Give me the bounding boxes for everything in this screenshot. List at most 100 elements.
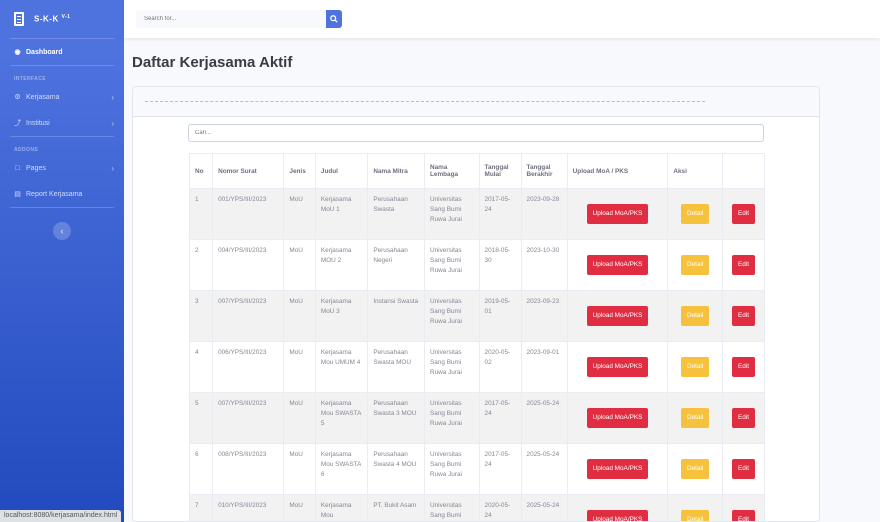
column-header[interactable]: Nama Mitra: [367, 153, 425, 189]
column-header[interactable]: Upload MoA / PKS: [566, 153, 669, 189]
filter-input[interactable]: [188, 124, 764, 142]
cell-edit: Edit: [721, 341, 766, 393]
column-header[interactable]: Nomor Surat: [212, 153, 285, 189]
cell-edit: Edit: [721, 494, 766, 521]
card-header: [133, 87, 819, 117]
cell-nomor: 008/YPS/III/2023: [212, 443, 285, 495]
cell-mitra: Perusahaan Swasta 4 MOU: [367, 443, 425, 495]
tachometer-icon: ◉: [14, 48, 21, 56]
chevron-left-icon: ‹: [60, 226, 64, 236]
cell-akhir: 2023-10-30: [520, 239, 568, 291]
cell-mitra: Perusahaan Swasta 3 MOU: [367, 392, 425, 444]
sidebar-item-dashboard[interactable]: ◉ Dashboard: [0, 39, 124, 65]
cell-judul: Kerjasama Mou SWASTA 6: [314, 443, 369, 495]
detail-button[interactable]: Detail: [680, 255, 710, 275]
edit-button[interactable]: Edit: [731, 306, 755, 326]
cell-judul: Kerjasama Mou UMUM 4: [314, 341, 369, 393]
cell-mulai: 2018-05-30: [478, 239, 522, 291]
search-button[interactable]: [326, 10, 342, 28]
upload-moa-pks-button[interactable]: Upload MoA/PKS: [586, 357, 649, 377]
sidebar-item-pages[interactable]: □ Pages ›: [0, 155, 124, 181]
detail-button[interactable]: Detail: [680, 357, 710, 377]
cell-akhir: 2025-05-24: [520, 494, 568, 521]
table-row: 3 007/YPS/III/2023 MoU Kerjasama MoU 3 Insta…: [188, 290, 766, 342]
column-header[interactable]: Jenis: [283, 153, 316, 189]
edit-button[interactable]: Edit: [731, 459, 755, 479]
table-row: 1 001/YPS/III/2023 MoU Kerjasama MoU 1 Perus…: [188, 188, 766, 240]
cell-mitra: Perusahaan Swasta MOU: [367, 341, 425, 393]
cell-upload-moa-pks: Upload MoA/PKS: [566, 494, 669, 521]
detail-button[interactable]: Detail: [680, 204, 710, 224]
clipboard-icon: [14, 12, 24, 26]
cell-jenis: MoU: [283, 392, 316, 444]
cell-no: 2: [188, 239, 214, 291]
detail-button[interactable]: Detail: [680, 408, 710, 428]
cell-mitra: Perusahaan Negeri: [367, 239, 425, 291]
cell-mulai: 2017-05-24: [478, 188, 522, 240]
upload-moa-pks-button[interactable]: Upload MoA/PKS: [586, 255, 649, 275]
cell-upload-moa-pks: Upload MoA/PKS: [566, 188, 669, 240]
upload-moa-pks-button[interactable]: Upload MoA/PKS: [586, 408, 649, 428]
table-row: 6 008/YPS/III/2023 MoU Kerjasama Mou SWASTA…: [188, 443, 766, 495]
search-input[interactable]: [136, 10, 326, 28]
table-row: 4 006/YPS/III/2023 MoU Kerjasama Mou UMUM 4…: [188, 341, 766, 393]
folder-icon: □: [15, 164, 20, 172]
cell-jenis: MoU: [283, 341, 316, 393]
column-header[interactable]: Tanggal Mulai: [478, 153, 522, 189]
sidebar-item-label: Pages: [26, 164, 46, 172]
detail-button[interactable]: Detail: [680, 510, 710, 521]
cell-no: 1: [188, 188, 214, 240]
cell-detail: Detail: [667, 392, 723, 444]
edit-button[interactable]: Edit: [731, 408, 755, 428]
cell-lembaga: Universitas Sang Bumi Ruwa Jurai: [424, 239, 480, 291]
cell-no: 5: [188, 392, 214, 444]
cell-upload-moa-pks: Upload MoA/PKS: [566, 239, 669, 291]
column-header[interactable]: No: [188, 153, 214, 189]
table-body: 1 001/YPS/III/2023 MoU Kerjasama MoU 1 Perus…: [188, 188, 766, 521]
column-header[interactable]: Nama Lembaga: [424, 153, 480, 189]
sidebar-item-institusi[interactable]: ⤴ Institusi ›: [0, 110, 124, 136]
sidebar-item-kerjasama[interactable]: ⚙ Kerjasama ›: [0, 84, 124, 110]
cell-detail: Detail: [667, 494, 723, 521]
cell-akhir: 2025-05-24: [520, 443, 568, 495]
upload-moa-pks-button[interactable]: Upload MoA/PKS: [586, 459, 649, 479]
cell-jenis: MoU: [283, 188, 316, 240]
detail-button[interactable]: Detail: [680, 459, 710, 479]
cell-nomor: 006/YPS/III/2023: [212, 341, 285, 393]
column-header[interactable]: Aksi: [667, 153, 723, 189]
column-header[interactable]: Judul: [314, 153, 369, 189]
upload-moa-pks-button[interactable]: Upload MoA/PKS: [586, 510, 649, 521]
cooperation-table: No Nomor Surat Jenis Judul Nama Mitra Na…: [188, 153, 766, 521]
table-row: 5 007/YPS/III/2023 MoU Kerjasama Mou SWASTA…: [188, 392, 766, 444]
detail-button[interactable]: Detail: [680, 306, 710, 326]
chart-icon: ▤: [14, 190, 21, 198]
upload-moa-pks-button[interactable]: Upload MoA/PKS: [586, 306, 649, 326]
edit-button[interactable]: Edit: [731, 204, 755, 224]
cell-lembaga: Universitas Sang Bumi Ruwa Jurai: [424, 341, 480, 393]
sidebar-item-report-kerjasama[interactable]: ▤ Report Kerjasama: [0, 181, 124, 207]
cell-lembaga: Universitas Sang Bumi Ruwa Jurai: [424, 188, 480, 240]
sidebar-item-label: Report Kerjasama: [26, 190, 83, 198]
cell-no: 3: [188, 290, 214, 342]
sidebar-toggle-button[interactable]: ‹: [53, 222, 71, 240]
chevron-right-icon: ›: [111, 118, 114, 128]
brand-text: S-K-K V-1: [34, 14, 71, 24]
sidebar: S-K-K V-1 ◉ Dashboard INTERFACE ⚙ Kerjas…: [0, 0, 124, 522]
cell-akhir: 2023-09-01: [520, 341, 568, 393]
edit-button[interactable]: Edit: [731, 357, 755, 377]
sidebar-brand[interactable]: S-K-K V-1: [0, 0, 124, 38]
column-header[interactable]: Tanggal Berakhir: [520, 153, 568, 189]
cell-judul: Kerjasama Mou SWASTA 5: [314, 392, 369, 444]
upload-moa-pks-button[interactable]: Upload MoA/PKS: [586, 204, 649, 224]
cell-detail: Detail: [667, 188, 723, 240]
edit-button[interactable]: Edit: [731, 255, 755, 275]
cell-nomor: 007/YPS/III/2023: [212, 392, 285, 444]
gear-icon: ⚙: [14, 93, 21, 101]
column-header[interactable]: [721, 153, 766, 189]
sidebar-heading-interface: INTERFACE: [14, 76, 46, 82]
cell-lembaga: Universitas Sang Bumi Ruwa Jurai: [424, 392, 480, 444]
edit-button[interactable]: Edit: [731, 510, 755, 521]
cell-nomor: 007/YPS/III/2023: [212, 290, 285, 342]
status-bar-url: localhost:8080/kerjasama/index.html: [0, 510, 122, 522]
cell-judul: Kerjasama MOU 2: [314, 239, 369, 291]
